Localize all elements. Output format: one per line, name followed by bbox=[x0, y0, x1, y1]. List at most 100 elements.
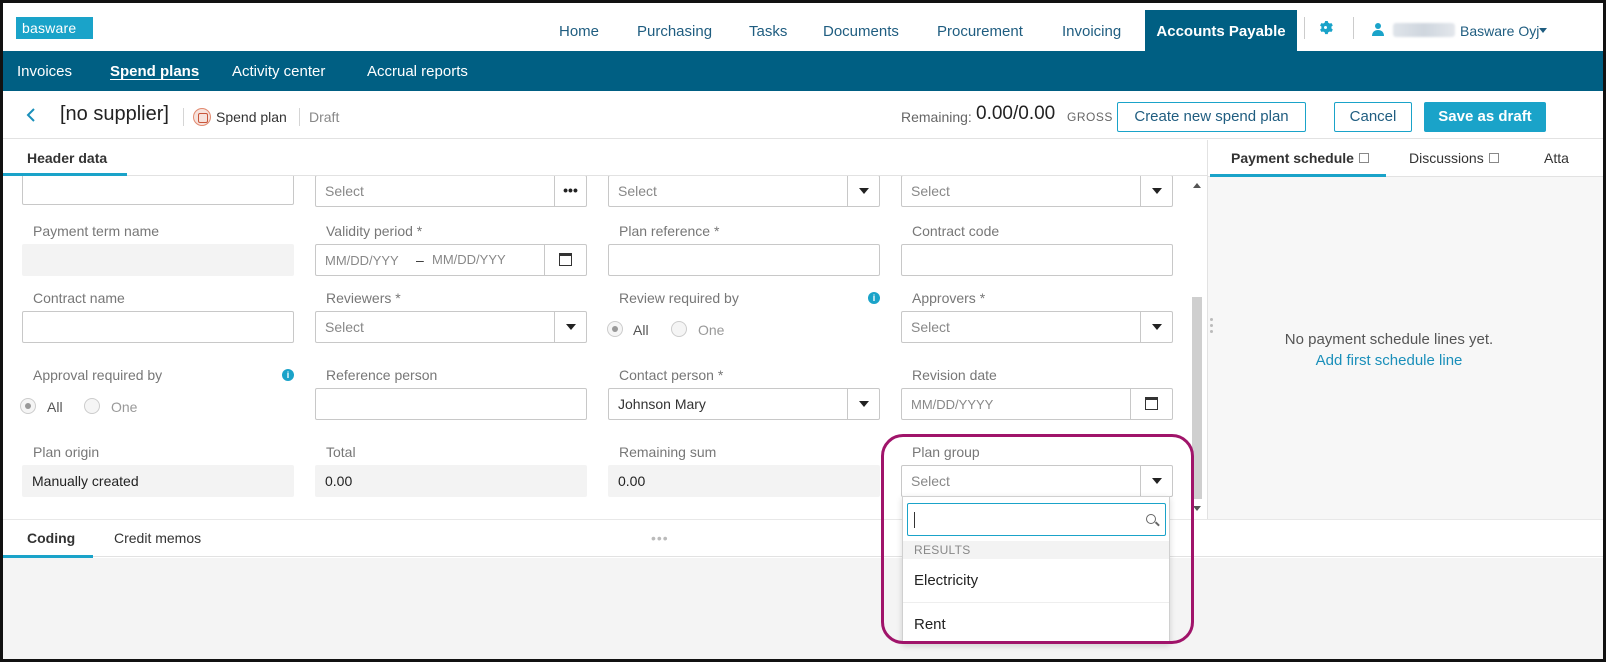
payment-term-name-field bbox=[22, 244, 294, 276]
search-icon bbox=[1146, 514, 1156, 524]
nav-documents[interactable]: Documents bbox=[823, 3, 899, 51]
tab-payment-schedule[interactable]: Payment schedule bbox=[1231, 150, 1369, 166]
scroll-up-icon[interactable] bbox=[1193, 183, 1201, 188]
plan-group-select[interactable]: Select bbox=[901, 465, 1173, 497]
remaining-sum-field: 0.00 bbox=[608, 465, 880, 497]
approval-required-by-label: Approval required by bbox=[33, 367, 163, 383]
sub-nav: Invoices Spend plans Activity center Acc… bbox=[3, 51, 1603, 91]
validity-to-input[interactable]: MM/DD/YYY bbox=[432, 245, 506, 275]
contract-name-input[interactable] bbox=[22, 311, 294, 343]
scroll-down-icon[interactable] bbox=[1193, 506, 1201, 511]
nav-accounts-payable[interactable]: Accounts Payable bbox=[1145, 10, 1297, 51]
external-link-icon bbox=[1488, 153, 1499, 163]
right-tab-bar: Payment schedule Discussions Atta bbox=[1208, 140, 1603, 177]
remaining-sum-label: Remaining sum bbox=[619, 444, 717, 460]
left-tab-bar: Header data bbox=[3, 140, 1207, 176]
basware-logo[interactable]: basware bbox=[16, 17, 93, 39]
results-header: RESULTS bbox=[903, 541, 1169, 559]
remaining-value: 0.00/0.00 bbox=[976, 103, 1056, 124]
chevron-down-icon[interactable] bbox=[1140, 176, 1172, 206]
plan-reference-input[interactable] bbox=[608, 244, 880, 276]
approvers-select[interactable]: Select bbox=[901, 311, 1173, 343]
reviewers-label: Reviewers * bbox=[326, 290, 401, 306]
reviewers-select[interactable]: Select bbox=[315, 311, 587, 343]
tab-credit-memos[interactable]: Credit memos bbox=[114, 530, 201, 546]
tab-coding[interactable]: Coding bbox=[27, 530, 75, 546]
row0-col4-select[interactable]: Select bbox=[901, 176, 1173, 207]
nav-home[interactable]: Home bbox=[559, 3, 599, 51]
approval-one-label: One bbox=[111, 399, 138, 415]
external-link-icon bbox=[1358, 153, 1369, 163]
revision-date-input[interactable]: MM/DD/YYYY bbox=[901, 388, 1173, 420]
empty-state-message: No payment schedule lines yet. bbox=[1284, 331, 1494, 348]
info-icon[interactable]: i bbox=[282, 369, 294, 381]
nav-purchasing[interactable]: Purchasing bbox=[637, 3, 712, 51]
top-bar: basware Home Purchasing Tasks Documents … bbox=[3, 3, 1603, 51]
review-one-label: One bbox=[698, 322, 725, 338]
calendar-icon[interactable] bbox=[1130, 389, 1172, 419]
dropdown-search-input[interactable] bbox=[907, 503, 1166, 536]
approval-all-radio[interactable] bbox=[20, 398, 36, 414]
gear-icon[interactable] bbox=[1318, 20, 1334, 36]
chevron-down-icon[interactable] bbox=[1140, 466, 1172, 496]
option-electricity[interactable]: Electricity bbox=[903, 559, 1169, 603]
remaining-unit: GROSS bbox=[1067, 110, 1113, 124]
text-cursor bbox=[914, 512, 915, 528]
tab-attachments[interactable]: Atta bbox=[1544, 150, 1569, 166]
create-new-spend-plan-button[interactable]: Create new spend plan bbox=[1117, 102, 1306, 132]
chevron-down-icon[interactable] bbox=[847, 176, 879, 206]
spend-plan-icon bbox=[193, 108, 211, 126]
contact-person-select[interactable]: Johnson Mary bbox=[608, 388, 880, 420]
chevron-down-icon[interactable] bbox=[1140, 312, 1172, 342]
panel-resize-handle[interactable] bbox=[1210, 318, 1214, 336]
chevron-down-icon[interactable] bbox=[847, 389, 879, 419]
more-options-icon[interactable]: ••• bbox=[554, 176, 586, 206]
first-field-input[interactable] bbox=[22, 176, 294, 205]
nav-procurement[interactable]: Procurement bbox=[937, 3, 1023, 51]
row0-col2-select[interactable]: Select ••• bbox=[315, 176, 587, 207]
subnav-activity-center[interactable]: Activity center bbox=[232, 63, 325, 80]
review-all-radio[interactable] bbox=[607, 321, 623, 337]
company-name[interactable]: Basware Oyj bbox=[1460, 23, 1539, 39]
subnav-spend-plans[interactable]: Spend plans bbox=[110, 63, 199, 80]
horizontal-resize-handle[interactable]: ••• bbox=[651, 530, 669, 546]
review-required-by-label: Review required by bbox=[619, 290, 739, 306]
subnav-invoices[interactable]: Invoices bbox=[17, 63, 72, 80]
approvers-label: Approvers * bbox=[912, 290, 986, 306]
contract-code-input[interactable] bbox=[901, 244, 1173, 276]
plan-reference-label: Plan reference * bbox=[619, 223, 720, 239]
info-icon[interactable]: i bbox=[868, 292, 880, 304]
review-one-radio[interactable] bbox=[671, 321, 687, 337]
scrollbar-thumb[interactable] bbox=[1192, 297, 1202, 499]
back-arrow-icon[interactable] bbox=[25, 107, 37, 123]
total-field: 0.00 bbox=[315, 465, 587, 497]
user-icon[interactable] bbox=[1372, 22, 1384, 36]
validity-from-input[interactable]: MM/DD/YYY bbox=[325, 253, 399, 268]
plan-group-dropdown: RESULTS Electricity Rent bbox=[902, 496, 1170, 644]
nav-invoicing[interactable]: Invoicing bbox=[1062, 3, 1121, 51]
tab-header-data[interactable]: Header data bbox=[27, 150, 107, 166]
tab-discussions[interactable]: Discussions bbox=[1409, 150, 1499, 166]
save-as-draft-button[interactable]: Save as draft bbox=[1424, 102, 1546, 132]
chevron-down-icon[interactable] bbox=[554, 312, 586, 342]
status-badge: Draft bbox=[309, 109, 340, 125]
reference-person-input[interactable] bbox=[315, 388, 587, 420]
subnav-accrual-reports[interactable]: Accrual reports bbox=[367, 63, 468, 80]
nav-tasks[interactable]: Tasks bbox=[749, 3, 787, 51]
chevron-down-icon[interactable] bbox=[1539, 28, 1547, 33]
cancel-button[interactable]: Cancel bbox=[1334, 102, 1412, 132]
document-type-label: Spend plan bbox=[216, 109, 287, 125]
user-name-redacted bbox=[1393, 23, 1455, 37]
contract-code-label: Contract code bbox=[912, 223, 1000, 239]
header-data-form: Select ••• Select Select Payment term na… bbox=[3, 176, 1193, 519]
calendar-icon[interactable] bbox=[544, 245, 586, 275]
document-header: [no supplier] Spend plan Draft Remaining… bbox=[3, 91, 1603, 139]
validity-period-field[interactable]: MM/DD/YYY – MM/DD/YYY bbox=[315, 244, 587, 276]
option-rent[interactable]: Rent bbox=[903, 603, 1169, 647]
total-label: Total bbox=[326, 444, 356, 460]
divider bbox=[1304, 17, 1305, 39]
approval-one-radio[interactable] bbox=[84, 398, 100, 414]
row0-col3-select[interactable]: Select bbox=[608, 176, 880, 207]
add-first-schedule-line-link[interactable]: Add first schedule line bbox=[1208, 352, 1570, 369]
divider bbox=[299, 108, 300, 126]
